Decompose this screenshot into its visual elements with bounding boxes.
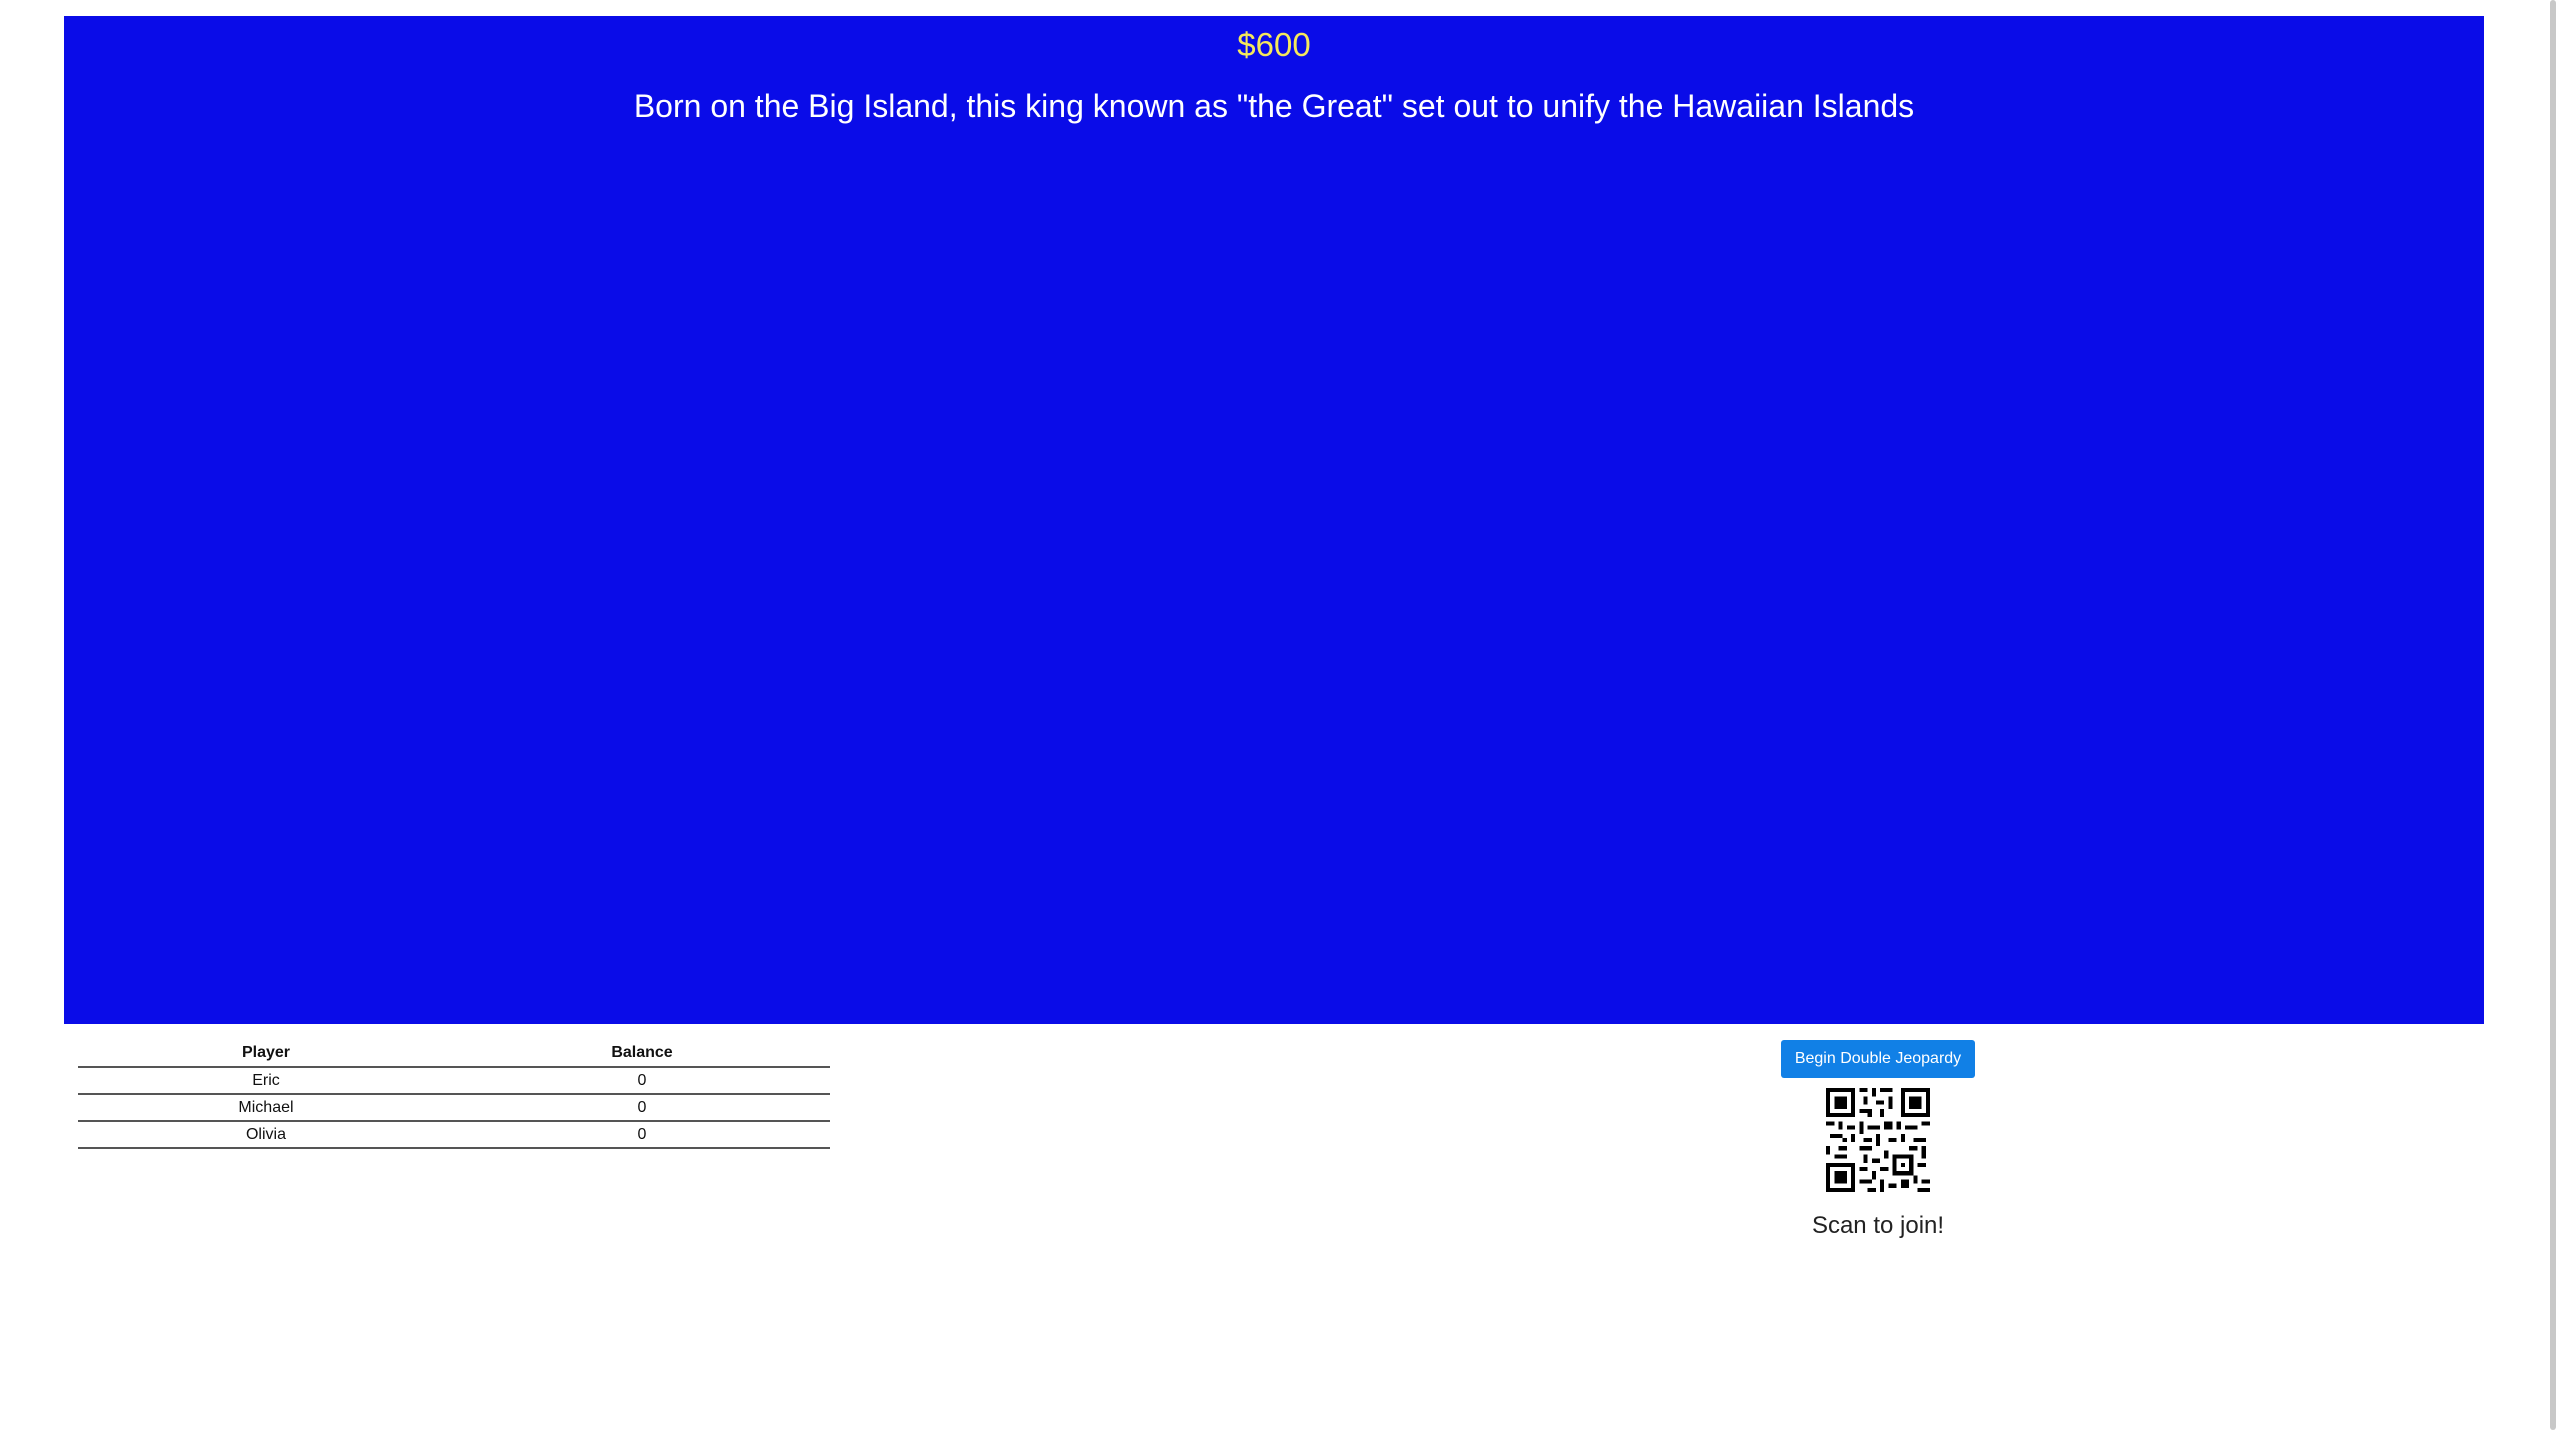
begin-double-jeopardy-button[interactable]: Begin Double Jeopardy [1780, 1040, 1976, 1078]
player-column-header: Player [78, 1040, 454, 1068]
player-balance: 0 [454, 1121, 830, 1149]
player-name: Olivia [78, 1121, 454, 1149]
table-row: Eric 0 [78, 1067, 830, 1095]
player-name: Eric [78, 1067, 454, 1095]
table-row: Olivia 0 [78, 1121, 830, 1149]
clue-text: Born on the Big Island, this king known … [633, 88, 1915, 124]
qr-code-icon [1826, 1088, 1930, 1192]
player-balance: 0 [454, 1094, 830, 1122]
clue-board: $600 Born on the Big Island, this king k… [64, 16, 2484, 1024]
scrollbar-thumb[interactable] [2550, 0, 2556, 1430]
clue-value: $600 [1237, 26, 1311, 63]
balance-column-header: Balance [454, 1040, 830, 1068]
player-balance: 0 [454, 1067, 830, 1095]
table-row: Michael 0 [78, 1094, 830, 1122]
join-panel: Begin Double Jeopardy Scan to join! [1778, 1040, 1978, 1240]
player-name: Michael [78, 1094, 454, 1122]
scoreboard-header-row: Player Balance [78, 1040, 830, 1068]
scan-to-join-text: Scan to join! [1811, 1212, 1945, 1239]
scoreboard-table: Player Balance Eric 0 Michael 0 Olivia 0 [78, 1040, 830, 1149]
page-scrollbar[interactable] [2546, 0, 2560, 1440]
